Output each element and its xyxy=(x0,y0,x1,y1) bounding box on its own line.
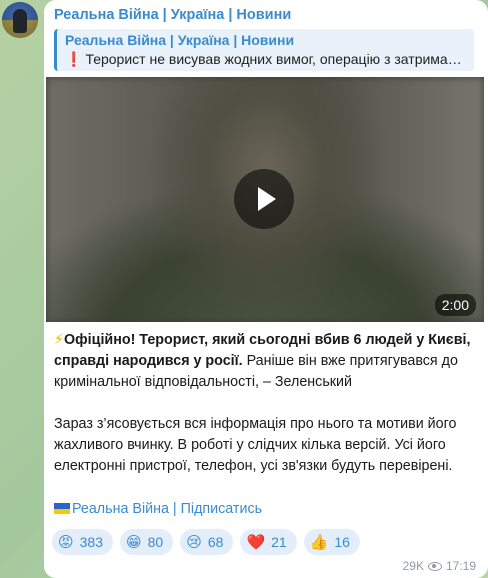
exclamation-icon: ❗ xyxy=(65,51,83,67)
grinning-face-icon: 😁 xyxy=(126,532,142,551)
reaction-angry[interactable]: 😡 383 xyxy=(52,529,113,555)
channel-name[interactable]: Реальна Війна | Україна | Новини xyxy=(54,7,291,23)
eye-icon xyxy=(427,561,442,571)
post-paragraph-2: Зараз з’ясовується вся інформація про нь… xyxy=(54,416,457,474)
post-paragraph-1: ⚡Офіційно! Терорист, який сьогодні вбив … xyxy=(54,330,478,393)
reaction-grin[interactable]: 😁 80 xyxy=(120,529,174,555)
subscribe-link[interactable]: Реальна Війна | Підписатись xyxy=(54,501,262,517)
crying-face-icon: 😢 xyxy=(186,532,202,551)
play-icon[interactable] xyxy=(234,169,294,229)
reply-text: Терорист не висував жодних вимог, операц… xyxy=(85,51,469,67)
reaction-count: 21 xyxy=(271,534,287,550)
reaction-cry[interactable]: 😢 68 xyxy=(180,529,234,555)
message-bubble: Реальна Війна | Україна | Новини Реальна… xyxy=(44,0,488,578)
reply-channel-name: Реальна Війна | Україна | Новини xyxy=(65,32,295,48)
thumbs-up-icon: 👍 xyxy=(309,532,329,551)
heart-icon: ❤️ xyxy=(246,532,266,551)
channel-avatar[interactable] xyxy=(2,2,38,38)
reaction-count: 383 xyxy=(79,534,103,550)
message-meta: 29K 17:19 xyxy=(403,559,476,573)
video-duration: 2:00 xyxy=(434,294,476,316)
reaction-count: 68 xyxy=(207,534,224,550)
reaction-count: 80 xyxy=(147,534,164,550)
reaction-thumbs-up[interactable]: 👍 16 xyxy=(303,529,360,555)
video-thumbnail[interactable]: 2:00 xyxy=(46,77,484,322)
reply-text-line: ❗ Терорист не висував жодних вимог, опера… xyxy=(65,51,469,68)
reaction-count: 16 xyxy=(334,534,350,550)
post-text: ⚡Офіційно! Терорист, який сьогодні вбив … xyxy=(54,330,478,498)
reactions-bar: 😡 383 😁 80 😢 68 ❤️ 21 👍 16 xyxy=(52,529,360,555)
subscribe-label: Реальна Війна | Підписатись xyxy=(72,501,263,517)
avatar-soldier-figure xyxy=(13,9,27,33)
message-time: 17:19 xyxy=(445,559,476,573)
angry-face-icon: 😡 xyxy=(58,532,74,551)
reaction-heart[interactable]: ❤️ 21 xyxy=(240,529,297,555)
view-count: 29K xyxy=(402,559,424,573)
lightning-icon: ⚡ xyxy=(54,332,65,348)
reply-quote[interactable]: Реальна Війна | Україна | Новини ❗ Терори… xyxy=(54,29,474,71)
ukraine-flag-icon xyxy=(54,503,70,514)
